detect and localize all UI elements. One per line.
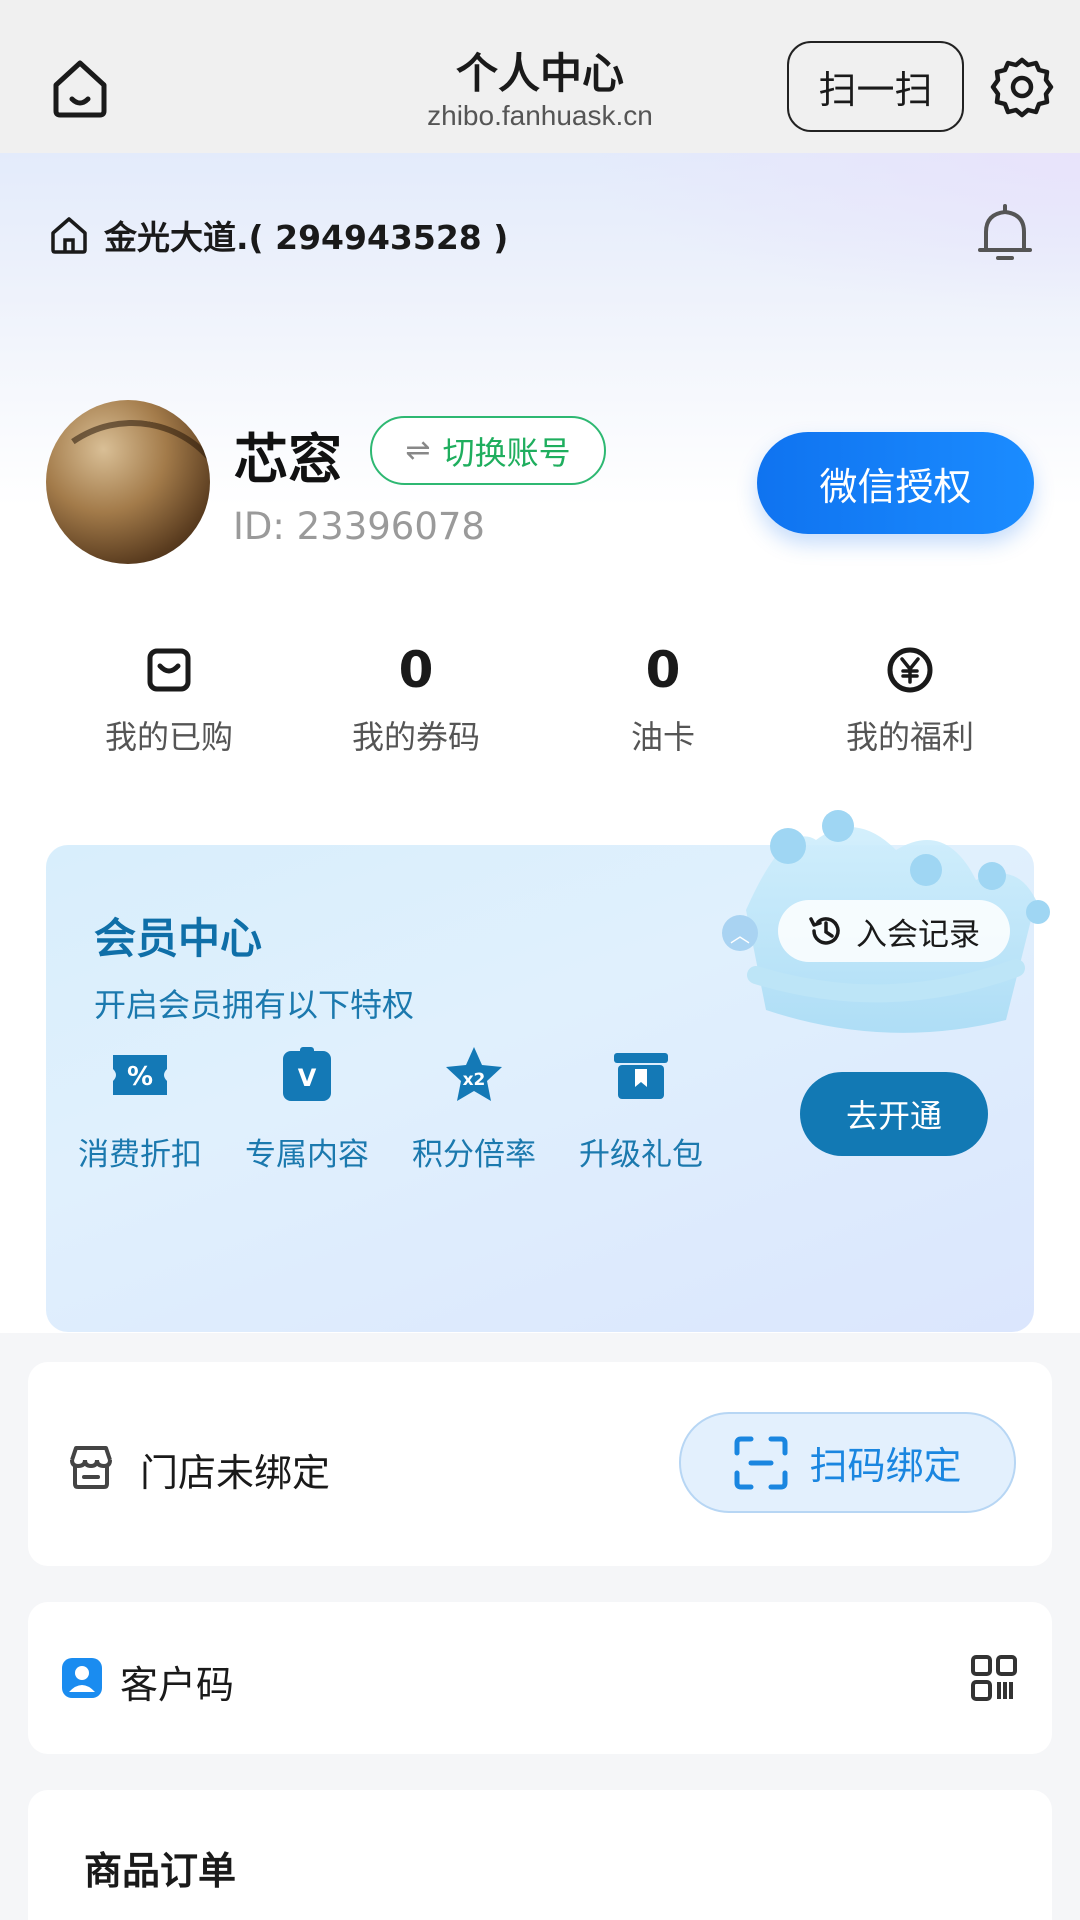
perk-label: 升级礼包 — [579, 1137, 703, 1173]
user-badge-icon — [62, 1658, 102, 1698]
scan-frame-icon — [734, 1436, 788, 1489]
member-center-card: 会员中心 开启会员拥有以下特权 ︿ 入会记录 % 消费折扣 V 专属内容 x2 … — [46, 810, 1050, 1332]
stat-value: 0 — [645, 641, 681, 699]
user-id: ID: 23396078 — [233, 505, 485, 548]
member-subtitle: 开启会员拥有以下特权 — [94, 986, 415, 1024]
chevron-up-icon[interactable]: ︿ — [722, 915, 758, 951]
store-binding-card: 门店未绑定 扫码绑定 — [28, 1362, 1052, 1566]
top-bar: 个人中心 zhibo.fanhuask.cn 扫一扫 — [0, 0, 1080, 153]
gift-icon — [614, 1053, 668, 1099]
perk-label: 消费折扣 — [78, 1137, 202, 1173]
svg-text:x2: x2 — [463, 1070, 486, 1090]
customer-code-label: 客户码 — [120, 1663, 235, 1707]
stat-coupons[interactable]: 0 我的券码 — [306, 640, 526, 758]
member-center-title: 会员中心 — [94, 914, 263, 963]
store-name: 金光大道.( 294943528 ) — [104, 218, 509, 257]
yen-circle-icon — [887, 647, 933, 693]
perk-label: 专属内容 — [245, 1137, 369, 1173]
membership-record-button[interactable]: 入会记录 — [778, 900, 1010, 962]
user-name: 芯窓 — [234, 428, 342, 491]
stat-label: 我的券码 — [351, 718, 480, 756]
svg-text:V: V — [298, 1064, 317, 1092]
customer-code-card[interactable]: 客户码 — [28, 1602, 1052, 1754]
store-icon — [70, 1446, 112, 1489]
swap-icon: ⇌ — [405, 433, 431, 468]
membership-record-label: 入会记录 — [856, 916, 980, 953]
perk-exclusive-content: V 专属内容 — [237, 1045, 377, 1174]
discount-ticket-icon: % — [113, 1055, 167, 1095]
stat-fuel-card[interactable]: 0 油卡 — [553, 640, 773, 758]
scan-bind-label: 扫码绑定 — [809, 1444, 962, 1488]
product-orders-card: 商品订单 — [28, 1790, 1052, 1920]
perk-points-multiplier: x2 积分倍率 — [404, 1045, 544, 1174]
stat-purchased[interactable]: 我的已购 — [59, 640, 279, 758]
vip-bag-icon: V — [283, 1047, 331, 1101]
scan-bind-button[interactable]: 扫码绑定 — [679, 1412, 1016, 1513]
bag-icon — [147, 648, 191, 692]
switch-account-button[interactable]: ⇌ 切换账号 — [370, 416, 606, 485]
store-selector[interactable]: 金光大道.( 294943528 ) — [48, 210, 508, 260]
history-icon — [809, 917, 840, 945]
stat-value: 0 — [398, 641, 434, 699]
perk-discount: % 消费折扣 — [70, 1045, 210, 1174]
perk-upgrade-gift: 升级礼包 — [571, 1045, 711, 1174]
bell-icon[interactable] — [972, 200, 1038, 266]
qr-code-icon[interactable] — [970, 1654, 1018, 1702]
perk-label: 积分倍率 — [412, 1137, 536, 1173]
star-x2-icon: x2 — [446, 1047, 502, 1101]
switch-account-label: 切换账号 — [442, 433, 571, 472]
stat-welfare[interactable]: 我的福利 — [800, 640, 1020, 758]
avatar[interactable] — [46, 400, 210, 564]
scan-button[interactable]: 扫一扫 — [787, 41, 964, 132]
gear-icon[interactable] — [990, 56, 1054, 120]
wechat-auth-button[interactable]: 微信授权 — [757, 432, 1034, 534]
store-binding-status: 门店未绑定 — [140, 1451, 331, 1495]
product-orders-title: 商品订单 — [84, 1849, 237, 1893]
stat-label: 我的已购 — [104, 718, 233, 756]
svg-text:%: % — [127, 1062, 153, 1092]
stat-label: 我的福利 — [845, 718, 974, 756]
store-home-icon — [51, 217, 87, 254]
activate-membership-button[interactable]: 去开通 — [800, 1072, 988, 1156]
stat-label: 油卡 — [630, 718, 695, 756]
